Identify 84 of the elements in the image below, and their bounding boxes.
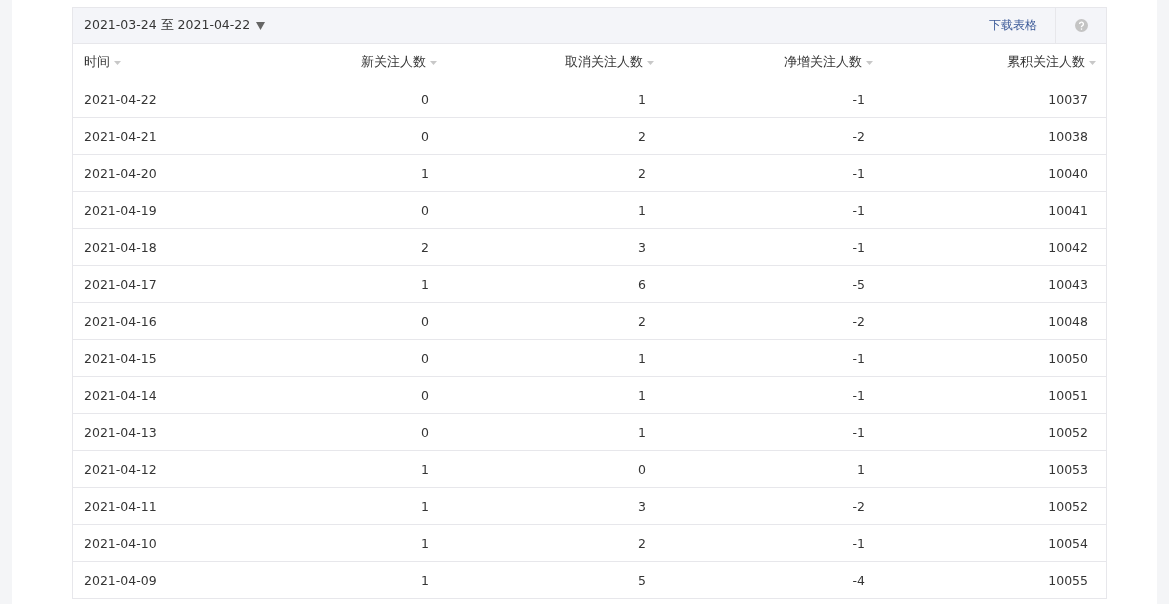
table-cell-text: 0 [637,461,647,477]
table-cell-text: -1 [851,202,866,218]
table-cell-text: -1 [851,165,866,181]
table-cell-text: 0 [420,350,430,366]
table-cell-text: 10055 [1047,572,1089,588]
table-cell-text: 0 [420,387,430,403]
table-cell-text: 2 [420,239,430,255]
table-cell-text: 0 [420,202,430,218]
table-cell-text: 1 [420,535,430,551]
table-cell-text: 1 [637,387,647,403]
table-cell-text: 2021-04-17 [83,276,158,292]
sort-icon [1089,60,1096,65]
table-cell-text: 1 [420,461,430,477]
table-cell-text: 0 [420,424,430,440]
table-cell-text: 2021-04-20 [83,165,158,181]
table-cell-text: -1 [851,239,866,255]
table-cell-text: -1 [851,350,866,366]
table-cell-text: 2021-04-10 [83,535,158,551]
sort-icon [430,60,437,65]
table-cell-text: 10048 [1047,313,1089,329]
table-cell-text: 2 [637,165,647,181]
column-header[interactable]: 时间 [84,54,121,71]
table-cell-text: 2021-04-22 [83,91,158,107]
table-cell-text: 10037 [1047,91,1089,107]
table-cell-text: 2 [637,128,647,144]
column-header[interactable]: 累积关注人数 [1007,54,1096,71]
download-table-link[interactable]: 下载表格 [989,17,1037,34]
table-cell-text: 2 [637,535,647,551]
table-cell-text: 2021-04-12 [83,461,158,477]
table-cell-text: 10052 [1047,424,1089,440]
table-cell-text: 0 [420,128,430,144]
table-cell-text: 1 [420,165,430,181]
table-cell-text: 10043 [1047,276,1089,292]
table-cell-text: 1 [420,572,430,588]
table-cell-text: 10040 [1047,165,1089,181]
column-header[interactable]: 新关注人数 [361,54,437,71]
help-icon[interactable] [1074,19,1088,32]
table-cell-text: 2021-04-13 [83,424,158,440]
table-cell-text: -1 [851,424,866,440]
table-cell-text: 2021-04-19 [83,202,158,218]
table-cell-text: 1 [637,424,647,440]
table-cell-text: -2 [851,128,866,144]
table-cell-text: 2021-04-14 [83,387,158,403]
caret-icon [256,21,266,30]
table-cell-text: 2021-04-15 [83,350,158,366]
table-cell-text: -1 [851,387,866,403]
table-cell-text: 1 [637,91,647,107]
table-cell-text: 10052 [1047,498,1089,514]
table-cell-text: 10051 [1047,387,1089,403]
table-cell-text: 2021-04-16 [83,313,158,329]
table-cell-text: 3 [637,239,647,255]
table-cell-text: -5 [851,276,866,292]
table-cell-text: -1 [851,91,866,107]
column-header[interactable]: 净增关注人数 [784,54,873,71]
sort-icon [647,60,654,65]
table-cell-text: 10041 [1047,202,1089,218]
table-cell-text: 1 [637,202,647,218]
table-cell-text: 2021-04-18 [83,239,158,255]
column-header[interactable]: 取消关注人数 [565,54,654,71]
table-cell-text: 2 [637,313,647,329]
table-cell-text: 2021-04-11 [83,498,158,514]
table-cell-text: 3 [637,498,647,514]
table-cell-text: 2021-04-09 [83,572,158,588]
table-cell-text: 0 [420,91,430,107]
table-cell-text: 5 [637,572,647,588]
table-cell-text: 10050 [1047,350,1089,366]
sort-icon [866,60,873,65]
table-cell-text: 6 [637,276,647,292]
table-cell-text: -2 [851,498,866,514]
table-cell-text: -1 [851,535,866,551]
table-cell-text: 1 [420,276,430,292]
table-cell-text: -2 [851,313,866,329]
table-cell-text: 10038 [1047,128,1089,144]
table-cell-text: -4 [851,572,866,588]
table-cell-text: 0 [420,313,430,329]
table-cell-text: 10054 [1047,535,1089,551]
date-range-dropdown[interactable]: 2021-03-24 至 2021-04-22 [73,17,989,34]
table-cell-text: 1 [420,498,430,514]
table-cell-text: 10042 [1047,239,1089,255]
table-cell-text: 1 [637,350,647,366]
sort-icon [114,60,121,65]
table-cell-text: 10053 [1047,461,1089,477]
table-cell-text: 2021-04-21 [83,128,158,144]
table-cell-text: 1 [856,461,866,477]
